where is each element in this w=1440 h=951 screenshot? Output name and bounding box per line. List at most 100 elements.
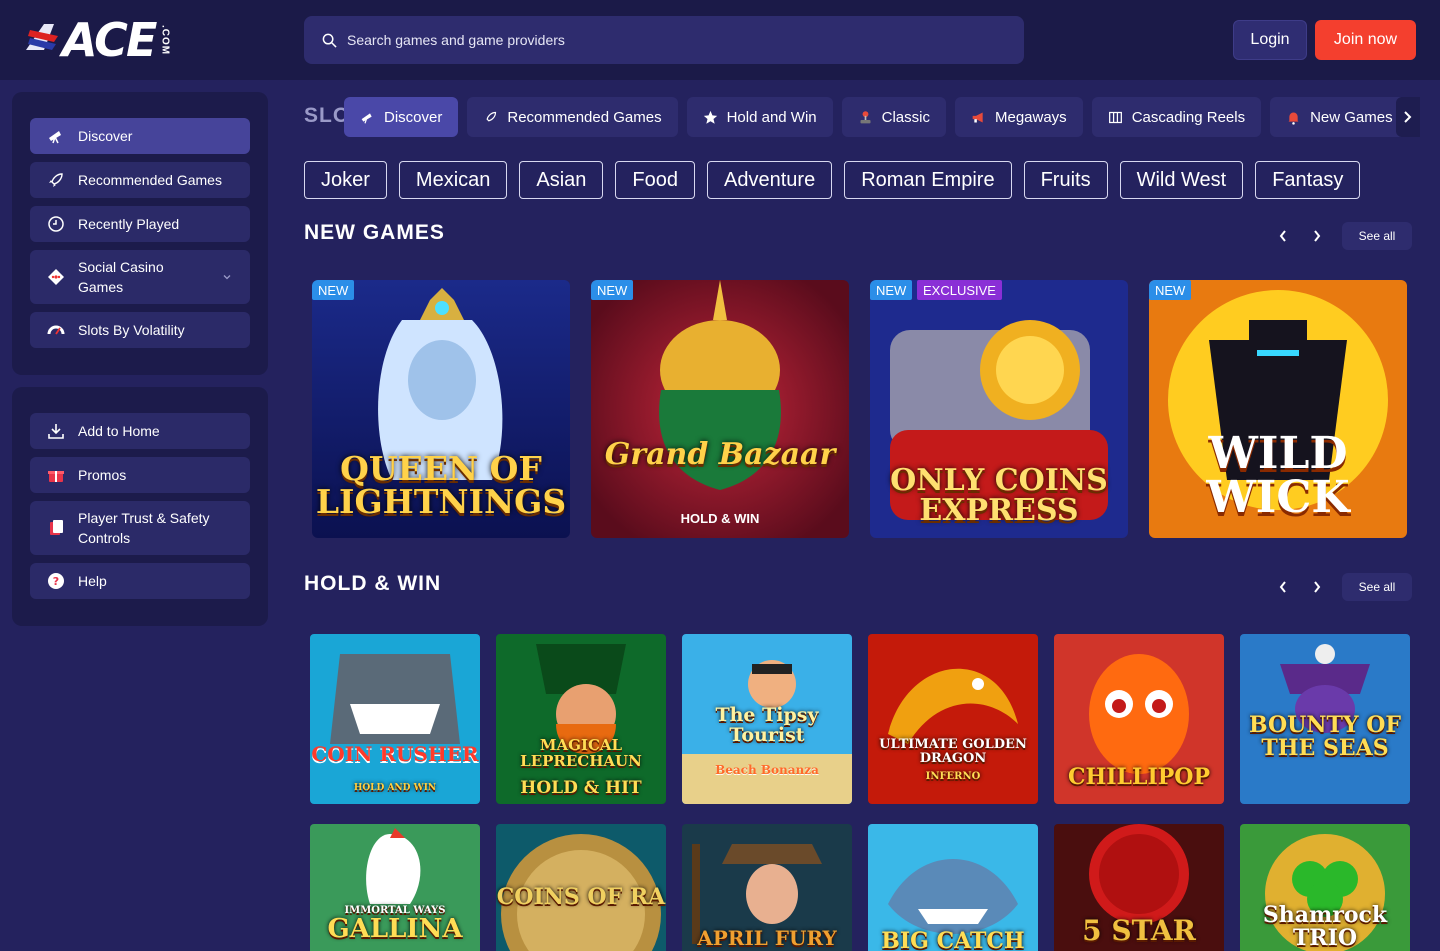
game-artwork-coin-rusher	[310, 634, 480, 804]
game-card[interactable]: Shamrock TRIO	[1240, 824, 1410, 951]
chip-adventure[interactable]: Adventure	[707, 161, 833, 199]
new-badge: NEW	[870, 280, 913, 300]
sidebar-item-label: Help	[78, 573, 107, 589]
game-title: COIN RUSHER	[311, 742, 479, 766]
sidebar-item-label: Slots By Volatility	[78, 322, 185, 338]
star-icon	[703, 110, 717, 124]
logo-text: ACE	[62, 13, 157, 67]
site-logo[interactable]: ACE .COM	[24, 13, 171, 67]
tab-label: Discover	[384, 108, 443, 126]
game-card[interactable]: 5 STAR	[1054, 824, 1224, 951]
game-subtitle: INFERNO	[925, 771, 981, 782]
game-card[interactable]: APRIL FURY	[682, 824, 852, 951]
sidebar-item-label: Social Casino Games	[78, 259, 164, 295]
game-card[interactable]: WILD WICK NEW	[1149, 280, 1407, 538]
game-card[interactable]: MAGICAL LEPRECHAUN HOLD & HIT	[496, 634, 666, 804]
game-subtitle: HOLD & HIT	[520, 778, 642, 798]
chip-fruits[interactable]: Fruits	[1023, 161, 1108, 199]
game-card[interactable]: QUEEN OF LIGHTNINGS NEW	[312, 280, 570, 538]
see-all-button[interactable]: See all	[1342, 573, 1412, 601]
sidebar-item-volatility[interactable]: Slots By Volatility	[30, 312, 250, 348]
sidebar-secondary-nav: Add to Home Promos Player Trust & Safety…	[12, 387, 268, 626]
game-title: The Tipsy Tourist	[715, 704, 819, 746]
sidebar-item-promos[interactable]: Promos	[30, 457, 250, 493]
bell-icon	[1288, 112, 1299, 125]
game-title: GALLINA	[327, 914, 463, 944]
login-button[interactable]: Login	[1233, 20, 1307, 60]
sidebar-item-add-to-home[interactable]: Add to Home	[30, 413, 250, 449]
tabs-scroll-right-button[interactable]	[1396, 97, 1420, 137]
game-card[interactable]: ULTIMATE GOLDEN DRAGON INFERNO	[868, 634, 1038, 804]
sidebar-item-discover[interactable]: Discover	[30, 118, 250, 154]
download-icon	[46, 421, 66, 441]
section-title-hold-and-win: HOLD & WIN	[304, 572, 442, 595]
tab-recommended-games[interactable]: Recommended Games	[467, 97, 678, 137]
chip-mexican[interactable]: Mexican	[398, 161, 508, 199]
flag-logo-icon	[26, 24, 58, 50]
carousel-next-button[interactable]	[1300, 221, 1334, 251]
search-icon	[322, 33, 337, 48]
game-card[interactable]: ONLY COINS EXPRESS NEW EXCLUSIVE	[870, 280, 1128, 538]
game-title: MAGICAL LEPRECHAUN	[520, 736, 642, 770]
tab-discover[interactable]: Discover	[344, 97, 459, 137]
tab-label: Recommended Games	[507, 108, 662, 126]
sidebar-item-label: Promos	[78, 467, 127, 483]
game-card[interactable]: COIN RUSHER HOLD AND WIN	[310, 634, 480, 804]
sidebar-item-label: Add to Home	[78, 423, 160, 439]
game-title: BOUNTY OF THE SEAS	[1249, 712, 1401, 762]
tab-classic[interactable]: Classic	[841, 97, 946, 137]
chip-joker[interactable]: Joker	[304, 161, 387, 199]
rocket-icon	[46, 170, 66, 190]
game-card[interactable]: Grand Bazaar HOLD & WIN NEW	[591, 280, 849, 538]
game-card[interactable]: CHILLIPOP	[1054, 634, 1224, 804]
carousel-next-button[interactable]	[1300, 572, 1334, 602]
chevron-left-icon	[1279, 230, 1286, 242]
telescope-icon	[46, 126, 66, 146]
exclusive-badge: EXCLUSIVE	[917, 280, 1002, 300]
sidebar-item-label: Recently Played	[78, 216, 180, 232]
chevron-down-icon[interactable]	[222, 272, 232, 282]
sidebar-item-help[interactable]: ? Help	[30, 563, 250, 599]
see-all-button[interactable]: See all	[1342, 222, 1412, 250]
chip-wild-west[interactable]: Wild West	[1119, 161, 1244, 199]
document-icon	[46, 518, 66, 538]
chip-fantasy[interactable]: Fantasy	[1255, 161, 1361, 199]
join-now-button[interactable]: Join now	[1315, 20, 1416, 60]
category-tabs: Discover Recommended Games Hold and Win …	[344, 97, 1409, 137]
tab-cascading-reels[interactable]: Cascading Reels	[1091, 97, 1262, 137]
search-bar[interactable]: Search games and game providers	[304, 16, 1024, 64]
carousel-prev-button[interactable]	[1266, 221, 1300, 251]
svg-text:?: ?	[53, 575, 59, 588]
tab-hold-and-win[interactable]: Hold and Win	[686, 97, 833, 137]
tab-new-games[interactable]: New Games	[1270, 97, 1409, 137]
chip-roman-empire[interactable]: Roman Empire	[844, 161, 1012, 199]
game-card[interactable]: BOUNTY OF THE SEAS	[1240, 634, 1410, 804]
gift-icon	[46, 465, 66, 485]
logo-suffix: .COM	[159, 24, 171, 56]
game-card[interactable]: BIG CATCH	[868, 824, 1038, 951]
chip-asian[interactable]: Asian	[519, 161, 604, 199]
sidebar-item-trust-safety[interactable]: Player Trust & Safety Controls	[30, 501, 250, 555]
search-placeholder: Search games and game providers	[347, 32, 565, 48]
sidebar-item-recommended[interactable]: Recommended Games	[30, 162, 250, 198]
sidebar-primary-nav: Discover Recommended Games Recently Play…	[12, 92, 268, 375]
game-subtitle: HOLD AND WIN	[353, 783, 437, 793]
game-title: QUEEN OF LIGHTNINGS	[315, 449, 567, 521]
chip-food[interactable]: Food	[615, 161, 696, 199]
tab-megaways[interactable]: Megaways	[954, 97, 1083, 137]
sidebar-item-label: Discover	[78, 128, 133, 144]
sidebar-item-social-casino[interactable]: Social Casino Games	[30, 250, 250, 304]
sidebar-item-label: Recommended Games	[78, 172, 222, 188]
rocket-icon	[486, 111, 497, 121]
carousel-prev-button[interactable]	[1266, 572, 1300, 602]
game-card[interactable]: COINS OF RA	[496, 824, 666, 951]
telescope-icon	[361, 112, 372, 124]
dice-icon	[46, 267, 66, 287]
tab-label: Classic	[881, 108, 930, 126]
new-badge: NEW	[1149, 280, 1192, 300]
game-card[interactable]: IMMORTAL WAYS GALLINA	[310, 824, 480, 951]
columns-icon	[1108, 111, 1122, 123]
game-card[interactable]: The Tipsy Tourist Beach Bonanza	[682, 634, 852, 804]
sidebar-item-recently-played[interactable]: Recently Played	[30, 206, 250, 242]
chevron-right-icon	[1314, 230, 1321, 242]
